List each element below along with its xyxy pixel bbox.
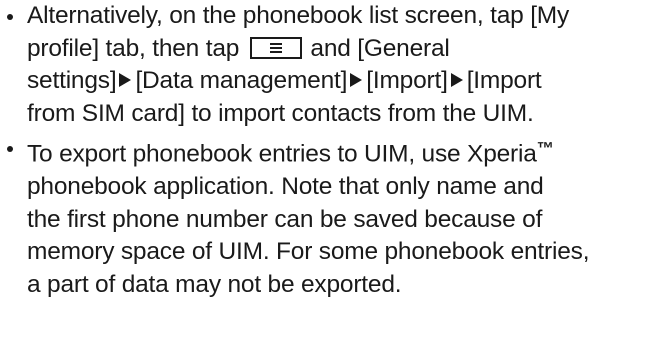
note-text: phonebook application. Note that only na… <box>27 173 544 201</box>
note-text: the first phone number can be saved beca… <box>27 205 543 233</box>
note-2-line-5: a part of data may not be exported. <box>27 269 664 302</box>
note-text: Alternatively, on the phonebook list scr… <box>27 2 570 29</box>
note-text: and [General <box>310 34 450 62</box>
right-triangle-arrow-icon <box>350 73 363 87</box>
note-text: a part of data may not be exported. <box>27 270 402 298</box>
note-text: from SIM card] to import contacts from t… <box>27 99 534 127</box>
note-1-line-4: from SIM card] to import contacts from t… <box>27 98 664 131</box>
note-text: To export phonebook entries to UIM, use … <box>27 140 537 168</box>
note-import-from-uim: Alternatively, on the phonebook list scr… <box>0 0 664 130</box>
note-text: [Import] <box>366 67 448 94</box>
note-2-line-3: the first phone number can be saved beca… <box>27 204 664 237</box>
menu-lines-icon <box>269 42 282 53</box>
note-text: [Import <box>466 67 542 94</box>
note-2-line-4: memory space of UIM. For some phonebook … <box>27 236 664 269</box>
note-2-line-2: phonebook application. Note that only na… <box>27 171 664 204</box>
note-2-line-1: To export phonebook entries to UIM, use … <box>27 132 664 171</box>
note-1-line-3: settings] [Data management] [Import] [Impor… <box>27 65 664 98</box>
right-triangle-arrow-icon <box>119 73 132 87</box>
note-text: settings] <box>27 67 117 94</box>
trademark-symbol: ™ <box>536 138 554 158</box>
note-text: [Data management] <box>135 67 348 94</box>
note-export-to-uim: To export phonebook entries to UIM, use … <box>0 132 664 301</box>
note-1-line-2: profile] tab, then tap and [General <box>27 33 664 66</box>
right-triangle-arrow-icon <box>450 73 463 87</box>
menu-key-icon <box>249 36 302 59</box>
note-1-line-1: Alternatively, on the phonebook list scr… <box>27 0 664 33</box>
bullet-icon <box>7 14 13 20</box>
note-text: memory space of UIM. For some phonebook … <box>27 238 590 266</box>
bullet-icon <box>7 146 13 152</box>
note-text: profile] tab, then tap <box>27 34 240 62</box>
notes-list: Alternatively, on the phonebook list scr… <box>0 0 664 301</box>
